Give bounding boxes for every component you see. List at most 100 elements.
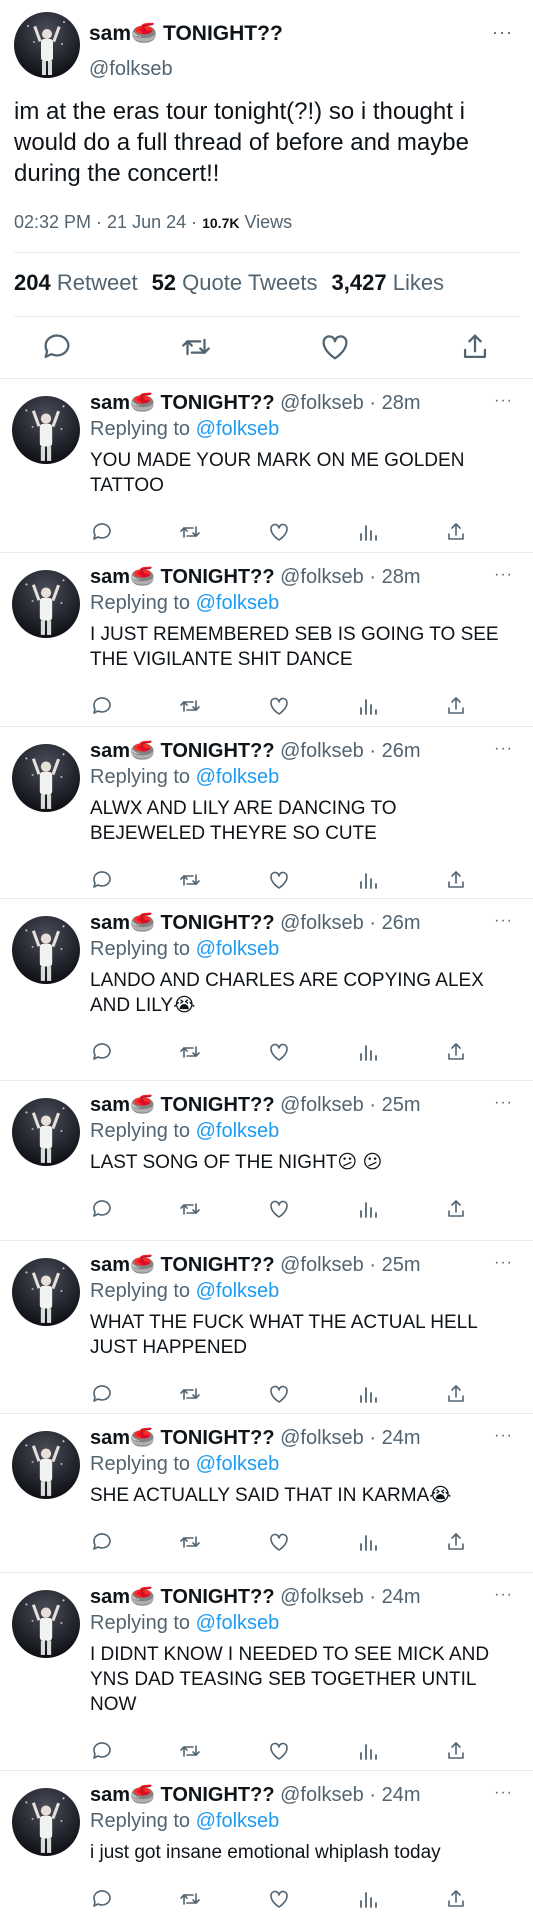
display-name[interactable]: sam🥌 TONIGHT?? [90,392,275,414]
more-options-icon[interactable]: ··· [494,566,513,584]
reply-tweet[interactable]: sam🥌 TONIGHT?? @folkseb · 28m ··· Replyi… [0,378,533,552]
reply-icon[interactable] [40,330,74,364]
reply-time[interactable]: · 24m [369,1427,420,1449]
handle[interactable]: @folkseb [280,1254,364,1276]
reply-time[interactable]: · 24m [369,1586,420,1608]
more-options-icon[interactable]: ··· [494,392,513,410]
analytics-icon[interactable] [356,1382,380,1406]
analytics-icon[interactable] [356,1739,380,1763]
reply-icon[interactable] [90,694,114,718]
analytics-icon[interactable] [356,694,380,718]
more-options-icon[interactable]: ··· [494,1094,513,1112]
like-icon[interactable] [267,694,291,718]
like-icon[interactable] [318,330,352,364]
reply-tweet[interactable]: sam🥌 TONIGHT?? @folkseb · 25m ··· Replyi… [0,1240,533,1413]
analytics-icon[interactable] [356,1887,380,1911]
replying-to-handle[interactable]: @folkseb [196,1612,280,1634]
more-options-icon[interactable]: ··· [494,1784,513,1802]
reply-time[interactable]: · 28m [369,392,420,414]
display-name[interactable]: sam🥌 TONIGHT?? [90,1094,275,1116]
reply-icon[interactable] [90,1530,114,1554]
reply-icon[interactable] [90,1197,114,1221]
replying-to-handle[interactable]: @folkseb [196,766,280,788]
share-icon[interactable] [444,1040,468,1064]
reply-tweet[interactable]: sam🥌 TONIGHT?? @folkseb · 24m ··· Replyi… [0,1413,533,1572]
reply-time[interactable]: · 26m [369,912,420,934]
handle[interactable]: @folkseb [280,1784,364,1806]
share-icon[interactable] [444,868,468,892]
share-icon[interactable] [458,330,492,364]
display-name[interactable]: sam🥌 TONIGHT?? [90,740,275,762]
reply-icon[interactable] [90,520,114,544]
likes-stat[interactable]: 3,427 Likes [332,270,445,295]
handle[interactable]: @folkseb [280,1094,364,1116]
share-icon[interactable] [444,1382,468,1406]
replying-to-handle[interactable]: @folkseb [196,418,280,440]
tweet-timestamp[interactable]: 02:32 PM · 21 Jun 24 · [14,212,202,232]
more-options-icon[interactable]: ··· [494,912,513,930]
reply-icon[interactable] [90,1739,114,1763]
more-options-icon[interactable]: ··· [494,1254,513,1272]
display-name[interactable]: sam🥌 TONIGHT?? [90,1586,275,1608]
handle[interactable]: @folkseb [280,392,364,414]
retweet-icon[interactable] [178,520,202,544]
retweet-icon[interactable] [178,1040,202,1064]
analytics-icon[interactable] [356,520,380,544]
like-icon[interactable] [267,1197,291,1221]
avatar[interactable] [12,570,80,638]
share-icon[interactable] [444,694,468,718]
retweet-icon[interactable] [178,694,202,718]
display-name[interactable]: sam🥌 TONIGHT?? [90,912,275,934]
reply-tweet[interactable]: sam🥌 TONIGHT?? @folkseb · 24m ··· Replyi… [0,1572,533,1770]
replying-to-handle[interactable]: @folkseb [196,592,280,614]
reply-tweet[interactable]: sam🥌 TONIGHT?? @folkseb · 26m ··· Replyi… [0,898,533,1080]
display-name[interactable]: sam🥌 TONIGHT?? [90,566,275,588]
retweet-icon[interactable] [179,330,213,364]
like-icon[interactable] [267,1530,291,1554]
reply-time[interactable]: · 25m [369,1094,420,1116]
handle[interactable]: @folkseb [280,566,364,588]
handle[interactable]: @folkseb [280,740,364,762]
avatar[interactable] [12,1258,80,1326]
retweet-icon[interactable] [178,1739,202,1763]
reply-tweet[interactable]: sam🥌 TONIGHT?? @folkseb · 26m ··· Replyi… [0,726,533,898]
handle[interactable]: @folkseb [280,1586,364,1608]
retweet-icon[interactable] [178,1887,202,1911]
retweets-stat[interactable]: 204 Retweet [14,270,138,295]
display-name[interactable]: sam🥌 TONIGHT?? [90,1254,275,1276]
handle[interactable]: @folkseb [89,58,173,81]
more-options-icon[interactable]: ··· [492,22,513,43]
quotes-stat[interactable]: 52 Quote Tweets [152,270,318,295]
reply-time[interactable]: · 25m [369,1254,420,1276]
more-options-icon[interactable]: ··· [494,1427,513,1445]
avatar[interactable] [12,1788,80,1856]
display-name[interactable]: sam🥌 TONIGHT?? [90,1784,275,1806]
avatar[interactable] [12,1431,80,1499]
handle[interactable]: @folkseb [280,912,364,934]
avatar[interactable] [12,1098,80,1166]
reply-tweet[interactable]: sam🥌 TONIGHT?? @folkseb · 24m ··· Replyi… [0,1770,533,1920]
like-icon[interactable] [267,1887,291,1911]
more-options-icon[interactable]: ··· [494,740,513,758]
handle[interactable]: @folkseb [280,1427,364,1449]
avatar[interactable] [14,12,80,78]
more-options-icon[interactable]: ··· [494,1586,513,1604]
like-icon[interactable] [267,868,291,892]
share-icon[interactable] [444,1530,468,1554]
share-icon[interactable] [444,520,468,544]
share-icon[interactable] [444,1739,468,1763]
replying-to-handle[interactable]: @folkseb [196,938,280,960]
retweet-icon[interactable] [178,868,202,892]
avatar[interactable] [12,744,80,812]
reply-time[interactable]: · 28m [369,566,420,588]
reply-icon[interactable] [90,1887,114,1911]
reply-tweet[interactable]: sam🥌 TONIGHT?? @folkseb · 28m ··· Replyi… [0,552,533,726]
analytics-icon[interactable] [356,1530,380,1554]
retweet-icon[interactable] [178,1530,202,1554]
analytics-icon[interactable] [356,868,380,892]
like-icon[interactable] [267,1382,291,1406]
reply-time[interactable]: · 24m [369,1784,420,1806]
replying-to-handle[interactable]: @folkseb [196,1810,280,1832]
avatar[interactable] [12,1590,80,1658]
share-icon[interactable] [444,1197,468,1221]
